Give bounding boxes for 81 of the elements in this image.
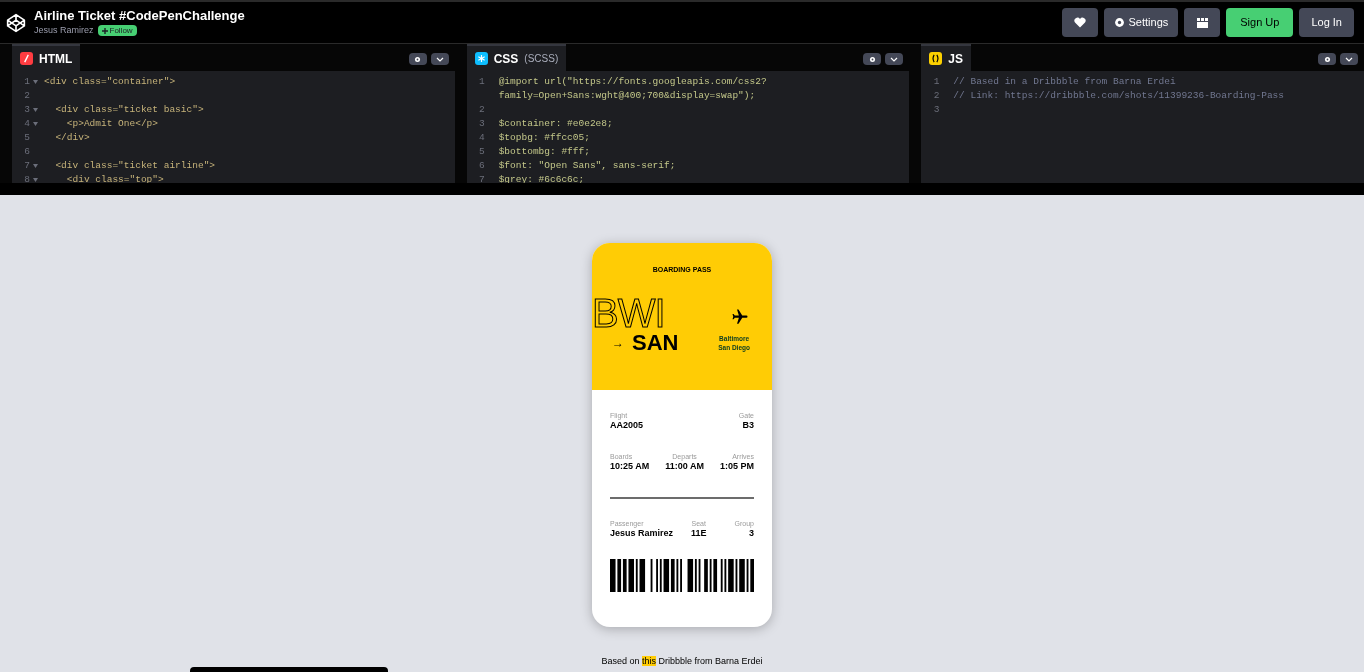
field-value: B3 bbox=[742, 420, 754, 431]
line-number: 7 bbox=[478, 173, 485, 183]
credit-text: Based on this Dribbble from Barna Erdei bbox=[601, 656, 763, 666]
line-number: 3 bbox=[933, 103, 940, 117]
settings-icon bbox=[868, 55, 876, 63]
code-line: <div class="ticket basic"> bbox=[54, 103, 204, 117]
line-number: 2 bbox=[24, 89, 30, 103]
settings-icon bbox=[414, 55, 422, 63]
field-value: Jesus Ramirez bbox=[610, 528, 674, 539]
line-number: 4 bbox=[478, 131, 485, 145]
airplane-icon bbox=[730, 307, 750, 326]
line-number: 5 bbox=[478, 145, 485, 159]
code-line: <div class="ticket airline"> bbox=[54, 159, 216, 173]
dropdown-button[interactable] bbox=[430, 53, 449, 65]
line-number: 1 bbox=[478, 75, 485, 89]
follow-button[interactable]: Follow bbox=[97, 25, 137, 36]
code-line: $topbg: #ffcc05; bbox=[497, 131, 590, 145]
code-line: // Based in a Dribbble from Barna Erdei bbox=[952, 75, 1176, 89]
line-number: 8 bbox=[24, 173, 30, 183]
line-number: 4 bbox=[24, 117, 30, 131]
field-value: 11:00 AM bbox=[665, 461, 704, 472]
chevron-down-icon bbox=[890, 56, 899, 62]
settings-button[interactable] bbox=[1318, 53, 1336, 65]
fold-arrow-icon[interactable] bbox=[32, 108, 38, 112]
line-number: 7 bbox=[24, 159, 30, 173]
slash-icon bbox=[20, 52, 33, 65]
line-number: 3 bbox=[24, 103, 30, 117]
arrow-glyph: → bbox=[612, 334, 624, 352]
layout-button[interactable] bbox=[1184, 8, 1221, 37]
origin-code: BWI bbox=[592, 295, 666, 330]
chevron-down-icon bbox=[435, 56, 444, 62]
chevron-down-icon bbox=[1345, 56, 1353, 62]
line-number: 6 bbox=[24, 145, 30, 159]
code-line: </div> bbox=[54, 131, 90, 145]
log-in-button[interactable]: Log In bbox=[1299, 8, 1354, 37]
field-value: AA2005 bbox=[610, 420, 644, 431]
settings-button[interactable] bbox=[408, 53, 427, 65]
code-line: $container: #e0e2e8; bbox=[497, 117, 613, 131]
settings-button[interactable]: Settings bbox=[1103, 8, 1179, 37]
field-value: 11E bbox=[691, 528, 707, 539]
fold-arrow-icon[interactable] bbox=[32, 178, 38, 182]
cube-logo-icon bbox=[6, 12, 26, 33]
dribbble-link[interactable]: this bbox=[642, 656, 656, 666]
pen-title: Airline Ticket #CodePenChallenge bbox=[34, 7, 245, 24]
field-value: 1:05 PM bbox=[719, 461, 754, 472]
settings-button[interactable] bbox=[863, 53, 882, 65]
settings-icon bbox=[1113, 17, 1125, 28]
line-number: 1 bbox=[933, 75, 940, 89]
line-number: 1 bbox=[24, 75, 30, 89]
destination-code: SAN bbox=[632, 329, 679, 356]
code-line: family=Open+Sans:wght@400;700&display=swap"); bbox=[497, 89, 756, 103]
editor-tab[interactable]: CSS (SCSS) bbox=[466, 44, 567, 71]
asterisk-icon bbox=[474, 52, 488, 65]
settings-icon bbox=[1323, 55, 1331, 63]
plus-icon bbox=[101, 27, 108, 34]
layout-icon bbox=[1196, 17, 1208, 28]
field-value: 3 bbox=[749, 528, 754, 539]
sign-up-button[interactable]: Sign Up bbox=[1226, 8, 1294, 37]
code-line: // Link: https://dribbble.com/shots/11399236-Boarding-Pass bbox=[952, 89, 1284, 103]
code-line: $bottombg: #fff; bbox=[497, 145, 590, 159]
line-number: 5 bbox=[24, 131, 30, 145]
editor-tab[interactable]: JS bbox=[921, 44, 972, 71]
code-line: <p>Admit One</p> bbox=[65, 117, 159, 131]
dropdown-button[interactable] bbox=[885, 53, 904, 65]
braces-icon bbox=[929, 52, 943, 65]
fold-arrow-icon[interactable] bbox=[32, 122, 38, 126]
line-number: 2 bbox=[478, 103, 485, 117]
code-line: @import url("https://fonts.googleapis.com/css2? bbox=[497, 75, 767, 89]
line-number: 6 bbox=[478, 159, 485, 173]
heart-button[interactable] bbox=[1061, 8, 1098, 37]
heart-icon bbox=[1073, 17, 1086, 28]
line-number: 3 bbox=[478, 117, 485, 131]
line-number: 2 bbox=[933, 89, 940, 103]
field-value: 10:25 AM bbox=[610, 461, 650, 472]
dropdown-button[interactable] bbox=[1340, 53, 1358, 65]
fold-arrow-icon[interactable] bbox=[32, 164, 38, 168]
author-link[interactable]: Jesus Ramirez bbox=[34, 23, 94, 38]
code-line: <div class="container"> bbox=[43, 75, 176, 89]
editor-tab[interactable]: HTML bbox=[12, 44, 81, 71]
fold-arrow-icon[interactable] bbox=[32, 80, 38, 84]
code-line: $font: "Open Sans", sans-serif; bbox=[497, 159, 676, 173]
